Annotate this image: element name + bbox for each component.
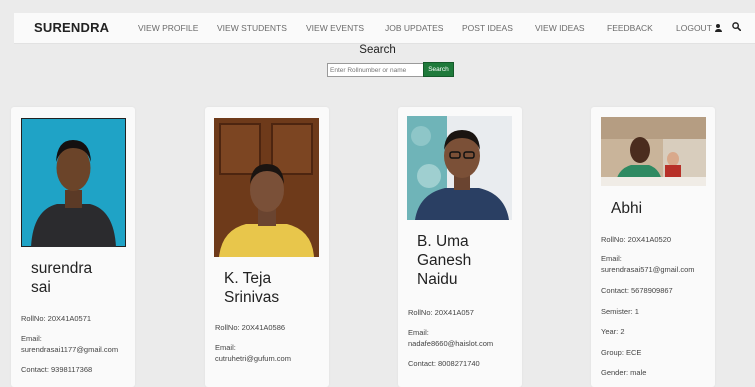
student-rollno: RollNo: 20X41A057 <box>408 308 474 317</box>
student-email: surendrasai571@gmail.com <box>601 265 695 274</box>
student-semister: Semister: 1 <box>601 307 639 316</box>
student-email-label: Email: <box>601 254 622 263</box>
student-email: nadafe8660@haislot.com <box>408 339 494 348</box>
student-rollno: RollNo: 20X41A0571 <box>21 314 92 323</box>
student-email: cutruhetri@gufum.com <box>215 354 291 363</box>
logout-label: LOGOUT <box>676 23 712 33</box>
student-name: B. Uma Ganesh Naidu <box>417 233 472 288</box>
search-button[interactable]: Search <box>423 62 454 77</box>
search-input[interactable] <box>327 63 427 77</box>
student-contact: Contact: 9398117368 <box>21 365 93 374</box>
nav-view-students[interactable]: VIEW STUDENTS <box>217 23 287 33</box>
student-card: B. Uma Ganesh Naidu RollNo: 20X41A057 Em… <box>398 107 522 387</box>
student-contact: Contact: 5678909867 <box>601 286 673 295</box>
nav-feedback[interactable]: FEEDBACK <box>607 23 653 33</box>
student-card: surendra sai RollNo: 20X41A0571 Email: s… <box>11 107 135 387</box>
brand-logo[interactable]: SURENDRA <box>34 20 109 35</box>
student-name: Abhi <box>611 200 643 217</box>
student-rollno: RollNo: 20X41A0586 <box>215 323 286 332</box>
student-photo <box>214 118 319 257</box>
nav-post-ideas[interactable]: POST IDEAS <box>462 23 513 33</box>
student-photo <box>21 118 126 247</box>
search-title: Search <box>359 44 396 56</box>
student-email-label: Email: <box>408 328 429 337</box>
nav-view-events[interactable]: VIEW EVENTS <box>306 23 364 33</box>
student-photo <box>601 117 706 186</box>
student-email-label: Email: <box>215 343 236 352</box>
student-group: Group: ECE <box>601 348 642 357</box>
search-icon[interactable] <box>732 22 741 31</box>
student-email: surendrasai1177@gmail.com <box>21 345 119 354</box>
student-card: K. Teja Srinivas RollNo: 20X41A0586 Emai… <box>205 107 329 387</box>
user-icon <box>714 24 722 32</box>
student-contact: Contact: 8008271740 <box>408 359 480 368</box>
student-rollno: RollNo: 20X41A0520 <box>601 235 672 244</box>
nav-job-updates[interactable]: JOB UPDATES <box>385 23 443 33</box>
nav-view-profile[interactable]: VIEW PROFILE <box>138 23 198 33</box>
student-email-label: Email: <box>21 334 42 343</box>
student-card: Abhi RollNo: 20X41A0520 Email: surendras… <box>591 107 715 387</box>
student-photo <box>407 116 512 220</box>
student-gender: Gender: male <box>601 368 647 377</box>
student-name: K. Teja Srinivas <box>224 270 280 306</box>
nav-view-ideas[interactable]: VIEW IDEAS <box>535 23 585 33</box>
nav-logout[interactable]: LOGOUT <box>676 23 722 33</box>
top-navbar: SURENDRA VIEW PROFILE VIEW STUDENTS VIEW… <box>14 13 755 44</box>
student-year: Year: 2 <box>601 327 625 336</box>
student-name: surendra sai <box>31 260 93 296</box>
